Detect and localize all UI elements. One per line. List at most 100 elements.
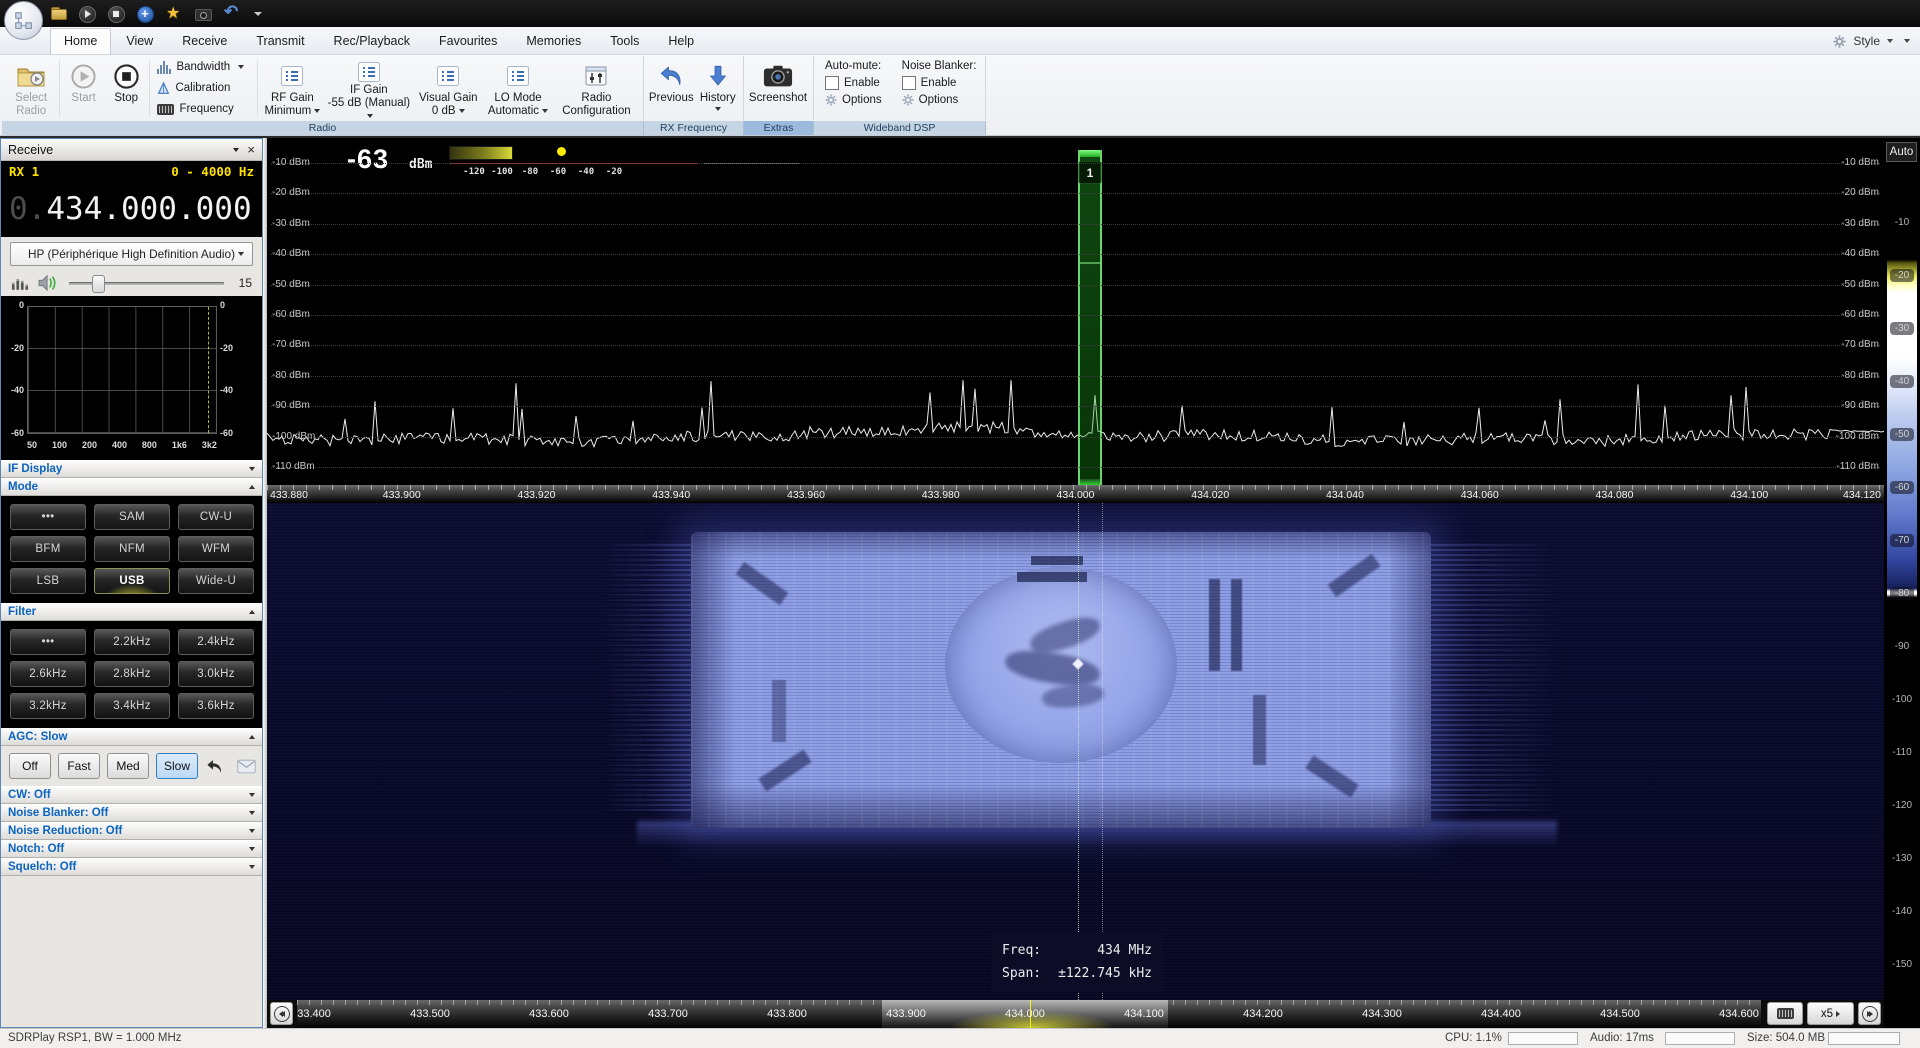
mode-button-dots[interactable]: ••• [10,504,86,530]
chevron-down-icon[interactable] [249,467,255,471]
tab-memories[interactable]: Memories [512,28,595,54]
tab-home[interactable]: Home [50,28,111,54]
spectrum-display[interactable]: 1 -63 dBm -120-100-80-60-40-20 -10 dBm-1… [267,138,1884,485]
af-spectrum-graph[interactable]: 00-20-20-40-40-60-60 501002004008001k63k… [1,296,262,460]
equalizer-icon[interactable] [11,276,29,291]
chevron-down-icon[interactable] [249,811,255,815]
agc-button-off[interactable]: Off [9,753,51,779]
frequency-button[interactable]: Frequency [157,101,250,118]
style-gear-icon[interactable] [1833,35,1846,48]
section-header-if-display[interactable]: IF Display [1,460,262,478]
passband-edge-line[interactable] [1102,503,1103,1000]
section-header-notch-off[interactable]: Notch: Off [1,840,262,858]
rx-marker-tag[interactable]: 1 [1079,161,1102,184]
filter-button-3-4khz[interactable]: 3.4kHz [94,693,170,719]
level-gradient-bar[interactable] [1887,170,1917,1000]
chevron-down-icon[interactable] [249,793,255,797]
mode-button-cw-u[interactable]: CW-U [178,504,254,530]
section-header-mode[interactable]: Mode [1,478,262,496]
screenshot-button[interactable]: Screenshot [747,57,809,119]
section-header-filter[interactable]: Filter [1,603,262,621]
agc-button-fast[interactable]: Fast [58,753,100,779]
mode-button-wfm[interactable]: WFM [178,536,254,562]
section-header-squelch-off[interactable]: Squelch: Off [1,858,262,876]
band-scroll-strip[interactable]: 433.400433.500433.600433.700433.800433.9… [297,1000,1761,1028]
calibration-button[interactable]: Calibration [157,80,250,97]
undo-icon[interactable] [224,5,242,22]
stop-button[interactable]: Stop [105,57,148,119]
tab-favourites[interactable]: Favourites [425,28,511,54]
waterfall-display[interactable]: Freq:434 MHz Span:±122.745 kHz [267,503,1884,1000]
band-scroll-right-button[interactable] [1858,1002,1881,1025]
auto-level-button[interactable]: Auto [1886,142,1917,162]
lo-mode-button[interactable]: LO Mode Automatic [483,57,553,119]
filter-button-3-0khz[interactable]: 3.0kHz [178,661,254,687]
receive-panel-header[interactable]: Receive × [1,139,262,161]
bandwidth-button[interactable]: Bandwidth [157,59,250,76]
style-caret-icon[interactable] [1887,39,1893,43]
start-button[interactable]: Start [62,57,105,119]
auto-mute-enable-checkbox[interactable]: Enable [825,76,882,90]
panel-close-icon[interactable]: × [247,143,255,156]
tab-transmit[interactable]: Transmit [242,28,318,54]
mode-button-nfm[interactable]: NFM [94,536,170,562]
radio-configuration-button[interactable]: Radio Configuration [553,57,640,119]
agc-envelope-icon[interactable] [237,759,256,774]
style-menu[interactable]: Style [1853,34,1880,48]
filter-button-2-8khz[interactable]: 2.8kHz [94,661,170,687]
volume-slider[interactable] [69,274,224,292]
caret-icon[interactable] [253,5,263,22]
frequency-display[interactable]: 0.434.000.000 [1,181,262,237]
add-icon[interactable] [137,5,155,22]
camera-icon[interactable] [195,5,213,22]
history-button[interactable]: History [695,57,740,119]
tuned-passband-marker[interactable]: 1 [1078,150,1102,485]
checkbox-icon[interactable] [825,76,839,90]
noise-blanker-options-button[interactable]: Options [902,94,977,106]
chevron-down-icon[interactable] [249,865,255,869]
star-icon[interactable] [166,5,184,22]
keyboard-entry-button[interactable] [1767,1002,1803,1025]
filter-button-dots[interactable]: ••• [10,629,86,655]
filter-button-3-6khz[interactable]: 3.6kHz [178,693,254,719]
tab-receive[interactable]: Receive [168,28,241,54]
speaker-icon[interactable] [37,274,59,292]
chevron-up-icon[interactable] [249,610,255,614]
auto-mute-options-button[interactable]: Options [825,94,882,106]
filter-button-3-2khz[interactable]: 3.2kHz [10,693,86,719]
chevron-up-icon[interactable] [249,485,255,489]
rf-gain-button[interactable]: RF Gain Minimum [260,57,324,119]
agc-button-med[interactable]: Med [107,753,149,779]
tab-tools[interactable]: Tools [596,28,653,54]
chevron-up-icon[interactable] [249,735,255,739]
tab-help[interactable]: Help [654,28,708,54]
if-gain-button[interactable]: IF Gain -55 dB (Manual) [324,57,413,119]
audio-device-select[interactable]: HP (Périphérique High Definition Audio) [10,242,253,266]
chevron-down-icon[interactable] [249,847,255,851]
chevron-down-icon[interactable] [249,829,255,833]
previous-button[interactable]: Previous [647,57,695,119]
checkbox-icon[interactable] [902,76,916,90]
section-header-noise-blanker-off[interactable]: Noise Blanker: Off [1,804,262,822]
zoom-button[interactable]: x5 [1807,1002,1854,1025]
filter-button-2-6khz[interactable]: 2.6kHz [10,661,86,687]
select-radio-button[interactable]: Select Radio [5,57,57,119]
mode-button-lsb[interactable]: LSB [10,568,86,594]
band-scroll-left-button[interactable] [270,1002,293,1025]
volume-slider-thumb[interactable] [92,275,105,293]
section-header-agc[interactable]: AGC: Slow [1,728,262,746]
mode-button-sam[interactable]: SAM [94,504,170,530]
mode-button-wide-u[interactable]: Wide-U [178,568,254,594]
application-menu-button[interactable] [4,1,43,40]
folder-icon[interactable] [50,5,68,22]
agc-button-slow[interactable]: Slow [156,753,198,779]
tuning-line[interactable] [1078,503,1079,1000]
filter-button-2-4khz[interactable]: 2.4kHz [178,629,254,655]
panel-menu-caret-icon[interactable] [233,148,239,152]
section-header-cw-off[interactable]: CW: Off [1,786,262,804]
filter-button-2-2khz[interactable]: 2.2kHz [94,629,170,655]
play-icon[interactable] [79,5,97,22]
af-spectrum-plot[interactable] [27,306,217,434]
agc-undo-icon[interactable] [205,757,224,776]
mode-button-bfm[interactable]: BFM [10,536,86,562]
